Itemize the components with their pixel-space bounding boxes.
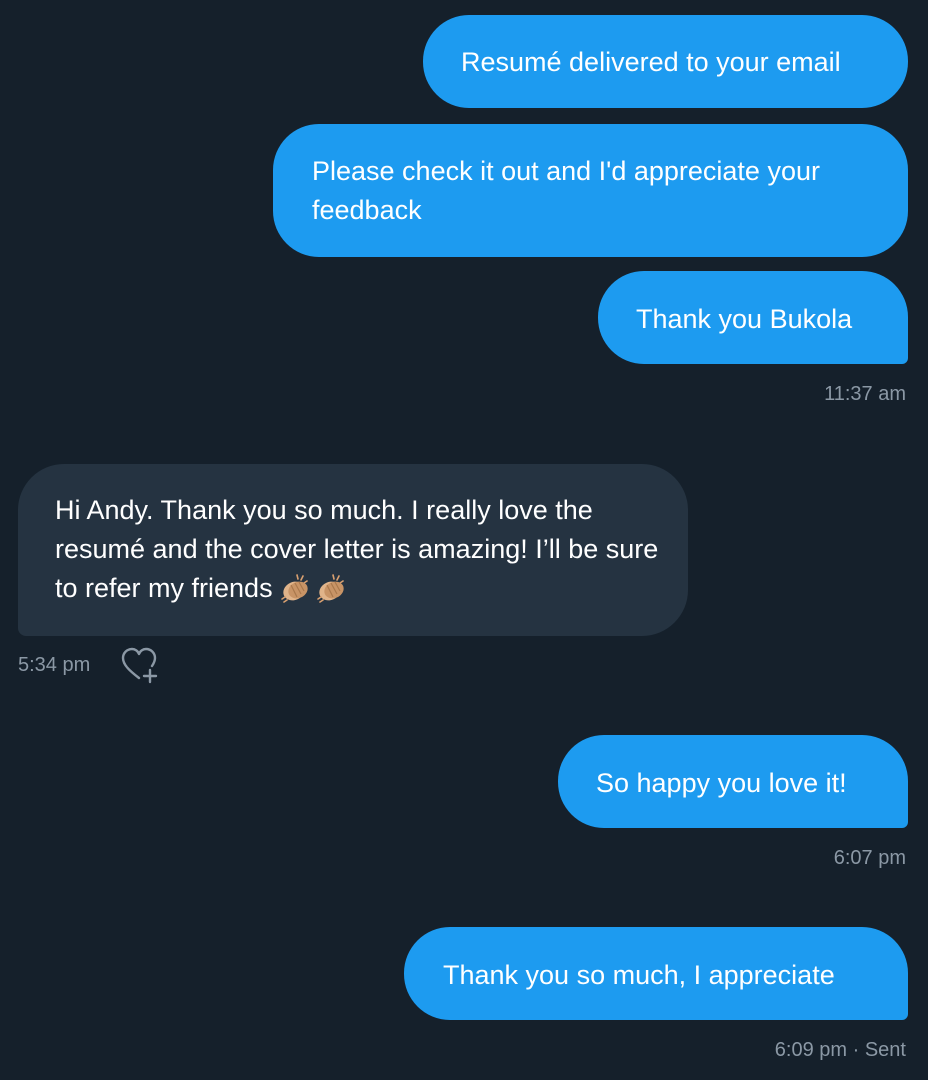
message-timestamp: 6:07 pm (833, 847, 906, 869)
message-bubble-outgoing[interactable]: Thank you Bukola (598, 271, 908, 364)
delivery-status: Sent (864, 1039, 906, 1061)
clapping-hands-icon (279, 573, 313, 614)
heart-plus-icon[interactable] (120, 646, 162, 686)
message-text: Resumé delivered to your email (461, 47, 841, 77)
clapping-hands-icon (315, 573, 349, 614)
message-bubble-outgoing[interactable]: Resumé delivered to your email (423, 15, 908, 108)
message-bubble-incoming[interactable]: Hi Andy. Thank you so much. I really lov… (18, 464, 688, 636)
message-text: Thank you Bukola (636, 304, 853, 334)
message-text: Please check it out and I'd appreciate y… (312, 156, 820, 225)
message-text: So happy you love it! (596, 768, 847, 798)
message-text: Thank you so much, I appreciate (443, 960, 835, 990)
message-timestamp: 11:37 am (824, 383, 906, 405)
message-timestamp: 5:34 pm (18, 654, 91, 676)
message-bubble-outgoing[interactable]: Please check it out and I'd appreciate y… (273, 124, 908, 257)
message-text: Hi Andy. Thank you so much. I really lov… (55, 495, 659, 603)
message-status-line: 6:09 pm · Sent (775, 1038, 906, 1062)
message-timestamp: 6:09 pm (774, 1039, 848, 1061)
message-bubble-outgoing[interactable]: Thank you so much, I appreciate (404, 927, 908, 1020)
message-bubble-outgoing[interactable]: So happy you love it! (558, 735, 908, 828)
separator-dot: · (847, 1039, 865, 1061)
